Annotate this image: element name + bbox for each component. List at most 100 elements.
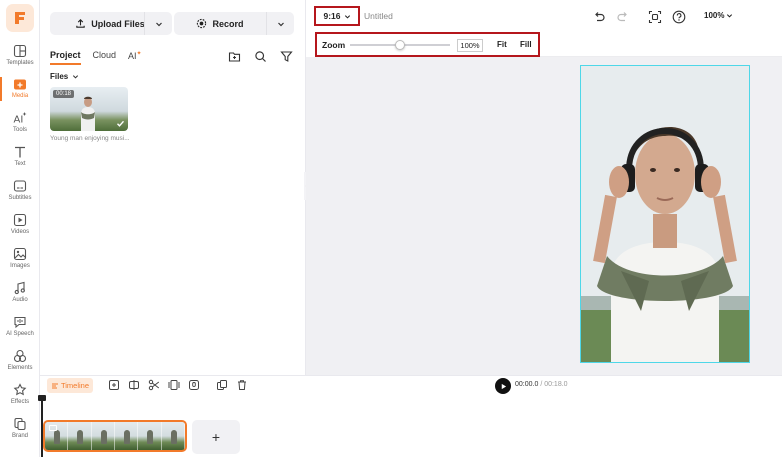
files-dropdown[interactable]: Files bbox=[50, 72, 79, 81]
audio-icon bbox=[14, 281, 25, 295]
left-rail: Templates Media AI Tools Text Subtitles … bbox=[0, 0, 40, 457]
aspect-ratio-value: 9:16 bbox=[323, 11, 341, 21]
rail-label: Audio bbox=[12, 297, 28, 303]
images-icon bbox=[13, 247, 27, 261]
aspect-ratio-select[interactable]: 9:16 bbox=[314, 6, 360, 26]
total-time: / 00:18.0 bbox=[540, 381, 568, 388]
add-clip-button[interactable]: + bbox=[192, 420, 240, 454]
toolbar-strip bbox=[540, 34, 782, 57]
svg-text:AI: AI bbox=[14, 115, 24, 126]
clip-frame bbox=[68, 422, 92, 450]
record-button[interactable]: Record bbox=[174, 12, 266, 35]
duplicate-icon[interactable] bbox=[216, 379, 228, 391]
fill-button[interactable]: Fill bbox=[520, 40, 532, 49]
rail-label: Images bbox=[10, 263, 30, 269]
current-time: 00:00.0 bbox=[515, 381, 539, 388]
panel-toolbar bbox=[226, 48, 294, 64]
zoom-value-input[interactable]: 100% bbox=[457, 39, 483, 52]
record-icon bbox=[197, 18, 207, 29]
help-icon[interactable] bbox=[672, 10, 686, 24]
voiceover-icon[interactable] bbox=[188, 379, 200, 391]
rail-item-ai-speech[interactable]: AI Speech bbox=[0, 315, 40, 345]
text-icon bbox=[15, 146, 25, 158]
play-icon bbox=[501, 383, 506, 389]
add-media-icon[interactable] bbox=[108, 379, 120, 391]
elements-icon bbox=[13, 349, 27, 363]
screen-capture-icon[interactable] bbox=[648, 10, 662, 24]
rail-item-tools[interactable]: AI Tools bbox=[0, 111, 40, 141]
rail-item-templates[interactable]: Templates bbox=[0, 44, 40, 74]
zoom-level-select[interactable]: 100% bbox=[704, 11, 733, 20]
sparkle-icon: ✦ bbox=[136, 51, 142, 57]
rail-label: Templates bbox=[6, 60, 34, 66]
upload-dropdown-button[interactable] bbox=[144, 12, 172, 35]
split-icon[interactable] bbox=[128, 379, 140, 391]
chevron-down-icon bbox=[155, 22, 162, 26]
scissors-icon[interactable] bbox=[148, 379, 160, 391]
rail-label: Media bbox=[11, 93, 29, 99]
record-dropdown-button[interactable] bbox=[266, 12, 294, 35]
subtitles-icon bbox=[13, 180, 27, 192]
fit-button[interactable]: Fit bbox=[497, 40, 507, 49]
timeline-icon bbox=[51, 383, 58, 388]
brand-icon bbox=[14, 417, 26, 431]
rail-item-subtitles[interactable]: Subtitles bbox=[0, 179, 40, 209]
rail-item-brand[interactable]: Brand bbox=[0, 417, 40, 447]
timeline-label: Timeline bbox=[60, 381, 90, 390]
rail-label: Subtitles bbox=[8, 195, 32, 201]
filter-icon bbox=[279, 50, 293, 62]
media-thumbnail[interactable]: 00:18 bbox=[50, 87, 128, 131]
undo-icon[interactable] bbox=[592, 10, 606, 24]
rail-item-videos[interactable]: Videos bbox=[0, 213, 40, 243]
app-logo[interactable] bbox=[6, 4, 34, 32]
timeline-toolbar: Timeline 00:00.0 / 00:18.0 bbox=[40, 375, 782, 395]
ai-speech-icon bbox=[14, 316, 26, 329]
rail-item-elements[interactable]: Elements bbox=[0, 349, 40, 379]
rail-label: Tools bbox=[12, 127, 27, 133]
effects-icon bbox=[13, 383, 27, 396]
media-icon bbox=[14, 79, 26, 90]
filter-button[interactable] bbox=[278, 48, 294, 64]
rail-item-audio[interactable]: Audio bbox=[0, 281, 40, 311]
play-button[interactable] bbox=[495, 378, 511, 394]
video-preview-frame[interactable] bbox=[580, 65, 750, 363]
chevron-down-icon bbox=[727, 14, 733, 18]
templates-icon bbox=[13, 44, 27, 58]
media-caption: Young man enjoying musi... bbox=[50, 135, 130, 142]
search-button[interactable] bbox=[252, 48, 268, 64]
chevron-down-icon bbox=[73, 75, 79, 79]
project-title[interactable]: Untitled bbox=[364, 11, 393, 21]
rail-item-effects[interactable]: Effects bbox=[0, 383, 40, 413]
zoom-level-value: 100% bbox=[704, 11, 725, 20]
chevron-down-icon bbox=[344, 14, 350, 19]
crop-icon[interactable] bbox=[168, 379, 180, 391]
rail-item-media[interactable]: Media bbox=[0, 77, 40, 107]
video-clip[interactable] bbox=[43, 420, 187, 452]
search-icon bbox=[254, 50, 266, 62]
tab-ai[interactable]: AI✦ bbox=[128, 50, 142, 65]
video-clip-icon bbox=[49, 425, 57, 431]
tab-cloud[interactable]: Cloud bbox=[93, 50, 117, 65]
top-bar: 9:16 Untitled 100% bbox=[306, 0, 782, 34]
tab-ai-label: AI bbox=[128, 51, 137, 61]
new-folder-icon bbox=[228, 51, 240, 62]
zoom-label: Zoom bbox=[322, 40, 346, 50]
new-folder-button[interactable] bbox=[226, 48, 242, 64]
duration-badge: 00:18 bbox=[53, 90, 75, 98]
videos-icon bbox=[13, 213, 27, 227]
upload-files-label: Upload Files bbox=[91, 18, 145, 29]
rail-label: Elements bbox=[7, 365, 33, 371]
zoom-slider-handle[interactable] bbox=[395, 40, 405, 50]
rail-item-text[interactable]: Text bbox=[0, 145, 40, 175]
clip-frame bbox=[138, 422, 162, 450]
rail-label: AI Speech bbox=[6, 331, 34, 337]
timeline-button[interactable]: Timeline bbox=[47, 378, 93, 393]
logo-icon bbox=[15, 12, 25, 24]
rail-item-images[interactable]: Images bbox=[0, 247, 40, 277]
tab-project[interactable]: Project bbox=[50, 50, 81, 65]
rail-label: Videos bbox=[10, 229, 30, 235]
redo-icon[interactable] bbox=[616, 10, 630, 24]
playback-time: 00:00.0 / 00:18.0 bbox=[515, 381, 568, 388]
person-thumbnail-image bbox=[81, 96, 95, 131]
trash-icon[interactable] bbox=[236, 379, 248, 391]
